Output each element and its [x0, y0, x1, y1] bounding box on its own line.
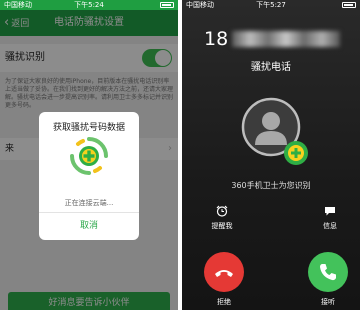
360-guard-badge-icon — [284, 141, 308, 165]
number-blur — [232, 31, 341, 47]
settings-screen: 中国移动 下午5:24 ‹ 返回 电话防骚扰设置 骚扰识别 为了保证大家良好的使用… — [0, 0, 178, 310]
360-guard-logo-icon — [70, 137, 108, 175]
accept-label: 接听 — [321, 298, 335, 306]
caller-number-prefix: 18 — [204, 28, 229, 50]
battery-icon — [342, 2, 356, 8]
dialog-title: 获取骚扰号码数据 — [52, 123, 125, 133]
battery-icon — [160, 2, 174, 8]
cancel-button[interactable]: 取消 — [39, 213, 139, 240]
remind-me-button[interactable]: 提醒我 — [202, 205, 242, 231]
incoming-call-screen: 中国移动 下午5:27 18 骚扰电话 360手机卫士为您识别 提醒我 信息 拒… — [182, 0, 360, 310]
decline-label: 拒绝 — [217, 298, 231, 306]
status-bar: 中国移动 下午5:24 — [0, 0, 178, 10]
status-bar: 中国移动 下午5:27 — [182, 0, 360, 10]
accept-button[interactable] — [308, 252, 348, 292]
phone-hangup-icon — [215, 270, 233, 277]
caller-number: 18 — [204, 28, 341, 50]
status-time: 下午5:27 — [256, 1, 286, 9]
decline-button[interactable] — [204, 252, 244, 292]
message-button[interactable]: 信息 — [310, 205, 350, 231]
loading-dialog: 获取骚扰号码数据 正在连接云端... 取消 — [39, 112, 139, 240]
remind-me-label: 提醒我 — [211, 222, 233, 230]
alarm-clock-icon — [216, 205, 228, 217]
status-time: 下午5:24 — [74, 1, 104, 9]
dialog-status: 正在连接云端... — [64, 199, 114, 207]
message-bubble-icon — [325, 207, 335, 216]
identified-by-text: 360手机卫士为您识别 — [231, 181, 311, 190]
message-label: 信息 — [323, 222, 337, 230]
phone-icon — [320, 264, 336, 281]
caller-tag: 骚扰电话 — [251, 62, 291, 73]
